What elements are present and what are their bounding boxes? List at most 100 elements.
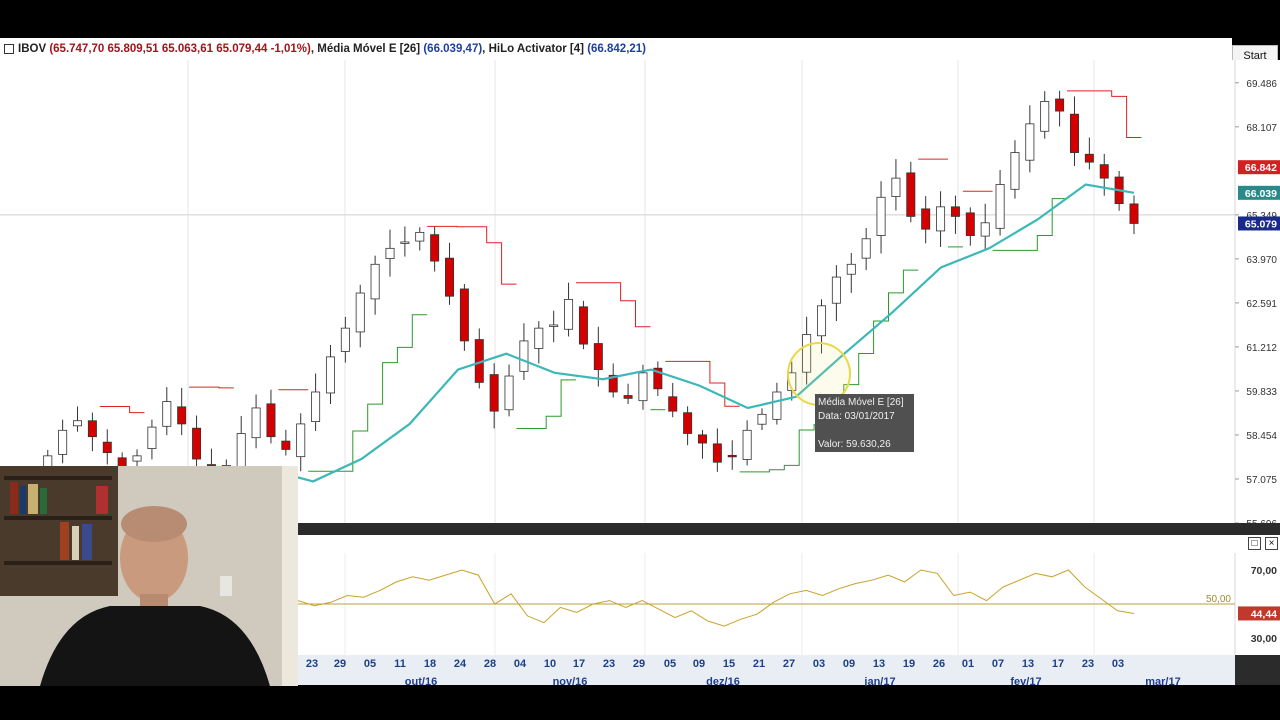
candle-body-up — [980, 222, 990, 237]
candle-body-down — [578, 306, 588, 345]
y-tick-label: 57.075 — [1246, 475, 1277, 486]
ema-label: Média Móvel E [26] — [317, 43, 421, 55]
candle-body-down — [623, 395, 633, 399]
candle-body-down — [727, 454, 737, 458]
y-tick-label: 68.107 — [1246, 123, 1277, 134]
candle-body-down — [102, 441, 112, 454]
candle-body-down — [445, 257, 455, 297]
candle — [578, 300, 588, 350]
candle-body-up — [340, 327, 350, 352]
y-tick-label: 58.454 — [1246, 431, 1277, 442]
y-tick-label: 59.833 — [1246, 387, 1277, 398]
x-tick-label: 05 — [663, 658, 677, 670]
candle-body-up — [534, 327, 544, 349]
top-black-bar — [0, 0, 1280, 38]
y-tick-label: 69.486 — [1246, 79, 1277, 90]
candle-body-up — [1025, 123, 1035, 161]
x-tick-label: 28 — [483, 658, 497, 670]
time-axis[interactable]: 23 29 05 11 18 24 28 04 10 17 23 29 05 09 15 21 27 03 09 13… — [298, 655, 1235, 688]
price-chart[interactable]: 69.48668.10765.34963.97062.59161.21259.8… — [0, 60, 1280, 523]
ema-value: (66.039,47) — [423, 43, 483, 55]
candle-body-up — [400, 241, 410, 244]
value-badge-label: 66.842 — [1245, 162, 1277, 174]
candle-body-up — [772, 391, 782, 420]
symbol-label: IBOV — [18, 43, 47, 55]
x-tick-label: 29 — [632, 658, 646, 670]
x-tick-label: 13 — [872, 658, 886, 670]
x-tick-label: 04 — [513, 658, 527, 670]
candle-body-up — [504, 375, 514, 411]
candle-body-up — [564, 299, 574, 330]
candle-body-up — [742, 429, 752, 460]
candle-body-down — [1099, 164, 1109, 179]
x-tick-label: 03 — [1111, 658, 1125, 670]
x-tick-label: 09 — [842, 658, 856, 670]
candle-body-up — [817, 305, 827, 337]
x-tick-label: 27 — [782, 658, 796, 670]
candle-body-up — [385, 247, 395, 259]
candle-body-down — [281, 440, 291, 450]
candle — [459, 284, 469, 351]
x-tick-label: 17 — [1051, 658, 1065, 670]
candle-body-down — [921, 208, 931, 230]
candle-body-down — [87, 420, 97, 438]
x-tick-label: 23 — [602, 658, 616, 670]
x-tick-label: 17 — [572, 658, 586, 670]
candle-body-up — [251, 407, 261, 439]
candle-body-down — [965, 212, 975, 236]
candle-body-down — [1129, 203, 1139, 224]
hilo-label: HiLo Activator [4] — [488, 43, 584, 55]
candle-body-down — [1084, 153, 1094, 163]
candle-body-up — [311, 391, 321, 422]
candle-body-down — [668, 396, 678, 412]
candle-body-up — [995, 184, 1005, 229]
candle-body-up — [891, 177, 901, 197]
candle-body-down — [489, 374, 499, 412]
webcam-overlay — [0, 466, 298, 686]
candle-body-down — [1055, 98, 1065, 112]
chart-title-bar: IBOV (65.747,70 65.809,51 65.063,61 65.0… — [0, 38, 1232, 61]
x-tick-label: 10 — [543, 658, 557, 670]
x-tick-label: 05 — [363, 658, 377, 670]
maximize-icon[interactable]: □ — [1248, 537, 1261, 550]
candle-body-down — [192, 427, 202, 460]
tooltip-date: Data: 03/01/2017 — [818, 411, 895, 422]
time-axis-corner — [1235, 655, 1280, 685]
candle-body-up — [132, 455, 142, 462]
presenter-video — [0, 466, 298, 686]
window-menu-icon[interactable] — [4, 43, 14, 54]
indicator-y-tick: 30,00 — [1251, 633, 1277, 645]
candle-body-up — [757, 413, 767, 425]
bottom-black-bar — [0, 686, 1280, 720]
x-tick-label: 18 — [423, 658, 437, 670]
candle-body-up — [1040, 101, 1050, 132]
candle-body-down — [906, 172, 916, 217]
candle-body-up — [519, 340, 529, 372]
x-tick-label: 23 — [1081, 658, 1095, 670]
candle-body-up — [831, 276, 841, 304]
tooltip-title: Média Móvel E [26] — [818, 397, 904, 408]
candle-body-up — [1010, 152, 1020, 190]
candle-body-down — [430, 234, 440, 262]
candle-body-up — [936, 206, 946, 232]
candle-body-up — [638, 372, 648, 402]
candle-body-up — [296, 423, 306, 458]
y-tick-label: 61.212 — [1246, 343, 1277, 354]
candle-body-up — [846, 263, 856, 275]
candle-body-up — [370, 263, 380, 300]
candle-body-up — [147, 426, 157, 449]
candle-body-down — [683, 412, 693, 434]
close-icon[interactable]: × — [1265, 537, 1278, 550]
hilo-value: (66.842,21) — [587, 43, 647, 55]
candle-body-down — [593, 343, 603, 371]
ohlc-values: (65.747,70 65.809,51 65.063,61 65.079,44… — [49, 43, 311, 55]
candle-body-up — [73, 420, 83, 427]
indicator-y-tick: 70,00 — [1251, 565, 1277, 577]
x-tick-label: 21 — [752, 658, 766, 670]
indicator-chart[interactable]: 50,00 70,00 30,00 44,44 — [298, 553, 1280, 655]
y-tick-label: 63.970 — [1246, 255, 1277, 266]
candle-body-up — [236, 433, 246, 470]
candle-body-up — [162, 401, 172, 427]
candle-body-down — [950, 206, 960, 217]
x-tick-label: 29 — [333, 658, 347, 670]
